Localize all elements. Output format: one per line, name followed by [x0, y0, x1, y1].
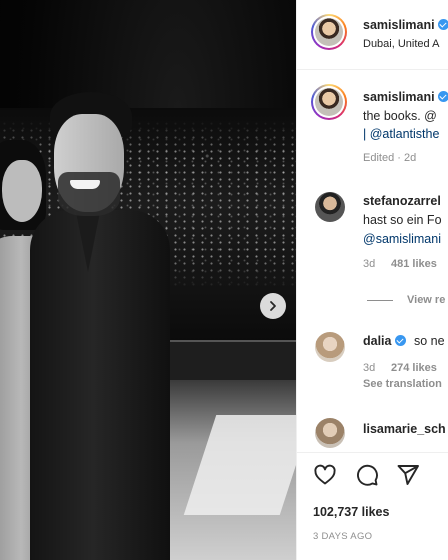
commenter-avatar[interactable] [315, 418, 345, 448]
comment-username[interactable]: lisamarie_sch [363, 422, 446, 436]
comment-mention[interactable]: @samislimani [363, 232, 441, 246]
next-photo-button[interactable] [260, 293, 286, 319]
comment-time: 3d [363, 362, 376, 374]
comment-username[interactable]: dalia [363, 334, 406, 348]
caption-avatar[interactable] [311, 84, 347, 120]
comment-icon[interactable] [355, 463, 379, 487]
view-replies-button[interactable]: View re [367, 294, 445, 306]
chevron-right-icon [270, 301, 276, 311]
man-figure [30, 92, 180, 560]
comment-likes[interactable]: 274 likes [391, 362, 437, 374]
post-photo [0, 0, 296, 560]
verified-icon [437, 91, 448, 102]
comment-likes[interactable]: 481 likes [391, 258, 437, 270]
see-translation-link[interactable]: See translation [363, 378, 442, 390]
comment-username[interactable]: stefanozarrel [363, 194, 441, 208]
share-icon[interactable] [396, 463, 420, 487]
comment-text: so ne [414, 334, 445, 348]
caption-meta: Edited · 2d [363, 152, 417, 164]
caption-line-1: the books. @ [363, 109, 437, 123]
comment-time: 3d [363, 258, 376, 270]
caption-line-2[interactable]: | @atlantisthe [363, 127, 439, 141]
commenter-avatar[interactable] [315, 332, 345, 362]
post-header: samislimani Dubai, United A [297, 0, 448, 70]
post-actions: 102,737 likes 3 DAYS AGO [297, 452, 448, 560]
commenter-avatar[interactable] [315, 192, 345, 222]
post-location[interactable]: Dubai, United A [363, 38, 439, 50]
post-date: 3 DAYS AGO [313, 531, 373, 542]
terrace-wall [160, 340, 296, 385]
heart-icon[interactable] [313, 463, 337, 487]
comment-text: hast so ein Fo [363, 213, 442, 227]
post-side-panel: samislimani Dubai, United A samislimani … [296, 0, 448, 560]
verified-icon [437, 19, 448, 30]
author-username[interactable]: samislimani [363, 18, 448, 32]
caption-username[interactable]: samislimani [363, 90, 448, 104]
likes-count[interactable]: 102,737 likes [313, 505, 389, 519]
author-avatar[interactable] [311, 14, 347, 50]
verified-icon [394, 335, 406, 346]
